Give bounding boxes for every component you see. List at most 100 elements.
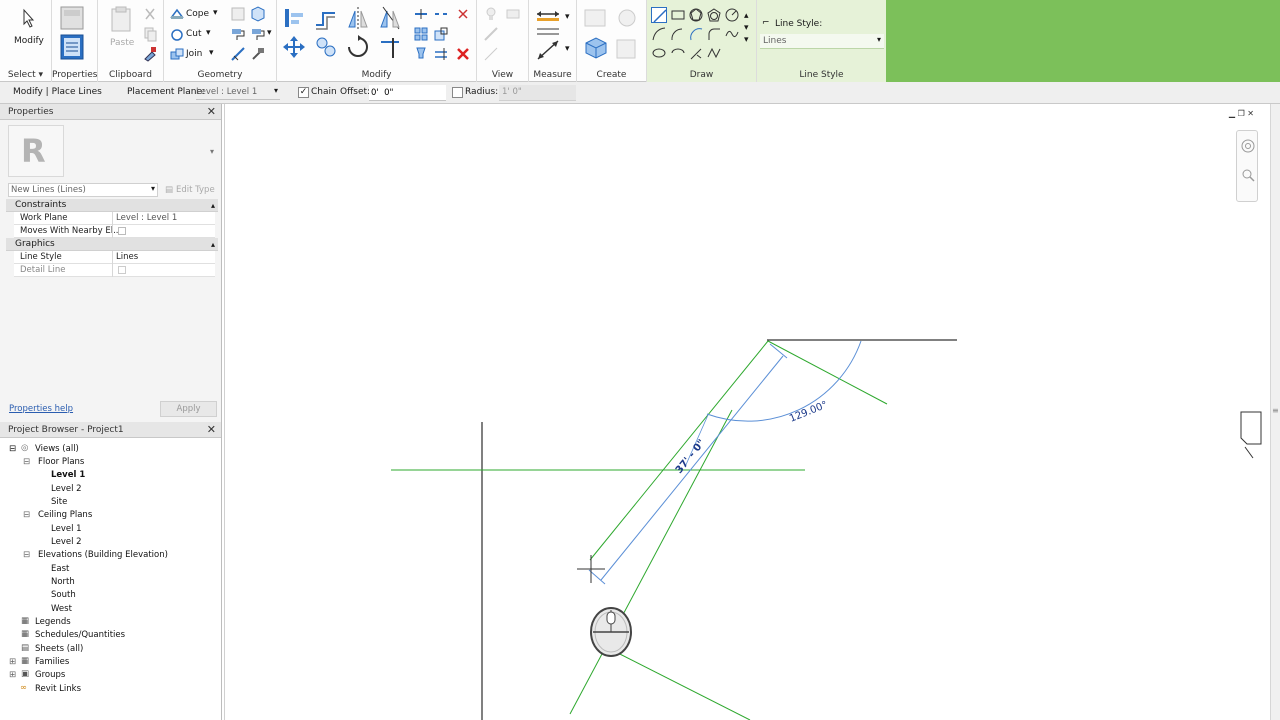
cut-label[interactable]: Cut [186,29,202,39]
fillet-arc-icon[interactable] [706,26,722,42]
close-icon[interactable]: ✕ [1247,109,1254,118]
tree-views-all[interactable]: Views (all) [35,444,79,454]
tree-elevation-south[interactable]: South [51,590,76,600]
tree-floor-plans[interactable]: Floor Plans [38,457,84,467]
tree-floor-plan-site[interactable]: Site [51,497,67,507]
paint-icon[interactable] [230,26,246,42]
close-icon[interactable]: ✕ [207,422,216,438]
copy-icon[interactable] [142,26,158,42]
chain-checkbox[interactable]: ✓ [298,87,309,98]
tree-sheets[interactable]: Sheets (all) [35,644,83,654]
apply-button[interactable]: Apply [160,401,217,417]
tree-ceiling-level2[interactable]: Level 2 [51,537,82,547]
ellipse-icon[interactable] [651,45,667,61]
cut-geometry-icon[interactable] [169,26,185,42]
tree-groups[interactable]: Groups [35,670,65,680]
split-element-icon[interactable] [413,6,429,22]
move-icon[interactable] [281,34,307,60]
spline-icon[interactable] [724,26,740,42]
thin-lines-icon[interactable] [483,46,499,62]
collapse-icon[interactable]: ⊟ [23,550,30,560]
split-gap-icon[interactable] [433,6,449,22]
rotate-icon[interactable] [345,34,371,60]
paste-label[interactable]: Paste [110,38,134,48]
modify-button-label[interactable]: Modify [14,36,44,46]
paste-icon[interactable] [110,6,132,32]
tree-elevation-west[interactable]: West [51,604,72,614]
select-dropdown[interactable]: Select ▾ [0,70,51,80]
tree-elevation-east[interactable]: East [51,564,69,574]
collapse-icon[interactable]: ⊟ [23,457,30,467]
cursor-arrow-icon[interactable] [18,8,38,28]
scroll-grip-icon[interactable]: ≡ [1272,406,1279,415]
tree-ceiling-plans[interactable]: Ceiling Plans [38,510,92,520]
tree-elevation-north[interactable]: North [51,577,75,587]
trim-multiple-icon[interactable] [433,46,449,62]
tree-floor-plan-level1[interactable]: Level 1 [51,470,85,480]
create-parts-icon[interactable] [615,6,639,30]
create-similar-icon[interactable] [615,38,637,60]
drawing-canvas[interactable]: 129.00° 37' - 0" ▁ ❐ ✕ [224,104,1270,720]
unpin-icon[interactable] [455,6,471,22]
sketch-line[interactable] [600,355,784,581]
create-group-icon[interactable] [583,34,609,60]
rectangle-tool-icon[interactable] [670,7,686,23]
aligned-dimension-icon[interactable] [535,38,561,62]
offset-icon[interactable] [313,5,339,31]
center-ends-arc-icon[interactable] [670,26,686,42]
delete-icon[interactable] [455,46,471,62]
array-icon[interactable] [413,26,429,42]
join-icon[interactable] [169,46,185,62]
edit-type-button[interactable]: ▤ Edit Type [162,183,218,197]
tree-families[interactable]: Families [35,657,69,667]
vertical-scrollbar[interactable]: ≡ [1270,104,1280,720]
zoom-icon[interactable] [1238,165,1258,185]
section-graphics[interactable]: Graphics ▴ [6,238,218,251]
type-preview-dropdown-arrow[interactable]: ▾ [210,147,214,156]
copy-element-icon[interactable] [313,34,339,60]
mirror-axis-icon[interactable] [345,5,371,31]
pin-icon[interactable] [413,46,429,62]
pick-lines-icon[interactable] [688,45,704,61]
tree-revit-links[interactable]: Revit Links [35,684,81,694]
minimize-icon[interactable]: ▁ [1229,109,1235,118]
partial-ellipse-icon[interactable] [670,45,686,61]
restore-icon[interactable]: ❐ [1238,109,1245,118]
close-icon[interactable]: ✕ [207,104,216,120]
draw-scroll-arrows[interactable]: ▴ ▾ ▾ [744,10,749,46]
steering-wheel-icon[interactable] [1238,136,1258,156]
circle-tool-icon[interactable] [724,7,740,23]
cut-icon[interactable] [142,6,158,22]
align-icon[interactable] [281,5,307,31]
expand-icon[interactable]: ⊞ [9,670,16,680]
prop-row-line-style[interactable]: Line Style Lines [14,251,215,264]
trim-extend-icon[interactable] [377,34,403,60]
start-end-arc-icon[interactable] [651,26,667,42]
circumscribed-polygon-icon[interactable] [706,7,722,23]
linework-icon[interactable] [483,26,499,42]
hammer-icon[interactable] [250,46,266,62]
tree-floor-plan-level2[interactable]: Level 2 [51,484,82,494]
tree-legends[interactable]: Legends [35,617,71,627]
properties-help-link[interactable]: Properties help [9,404,73,414]
properties-icon[interactable] [60,34,84,60]
collapse-icon[interactable]: ⊟ [9,444,16,454]
line-tool-icon[interactable] [651,7,667,23]
match-properties-icon[interactable] [142,46,158,62]
elevation-marker[interactable] [1240,411,1262,459]
remove-paint-icon[interactable] [250,26,266,42]
ribbon-more-icon[interactable] [706,45,722,61]
tangent-arc-icon[interactable] [688,26,704,42]
demolish-icon[interactable] [230,46,246,62]
offset-input[interactable] [369,85,446,101]
tree-elevations[interactable]: Elevations (Building Elevation) [38,550,168,560]
radius-checkbox[interactable] [452,87,463,98]
override-graphics-icon[interactable] [505,6,521,22]
measure-between-icon[interactable] [535,6,561,22]
cope-icon[interactable] [169,6,185,22]
tree-schedules[interactable]: Schedules/Quantities [35,630,125,640]
mirror-draw-icon[interactable] [377,5,403,31]
split-face-icon[interactable] [250,6,266,22]
inscribed-polygon-icon[interactable] [688,7,704,23]
wall-joins-icon[interactable] [230,6,246,22]
